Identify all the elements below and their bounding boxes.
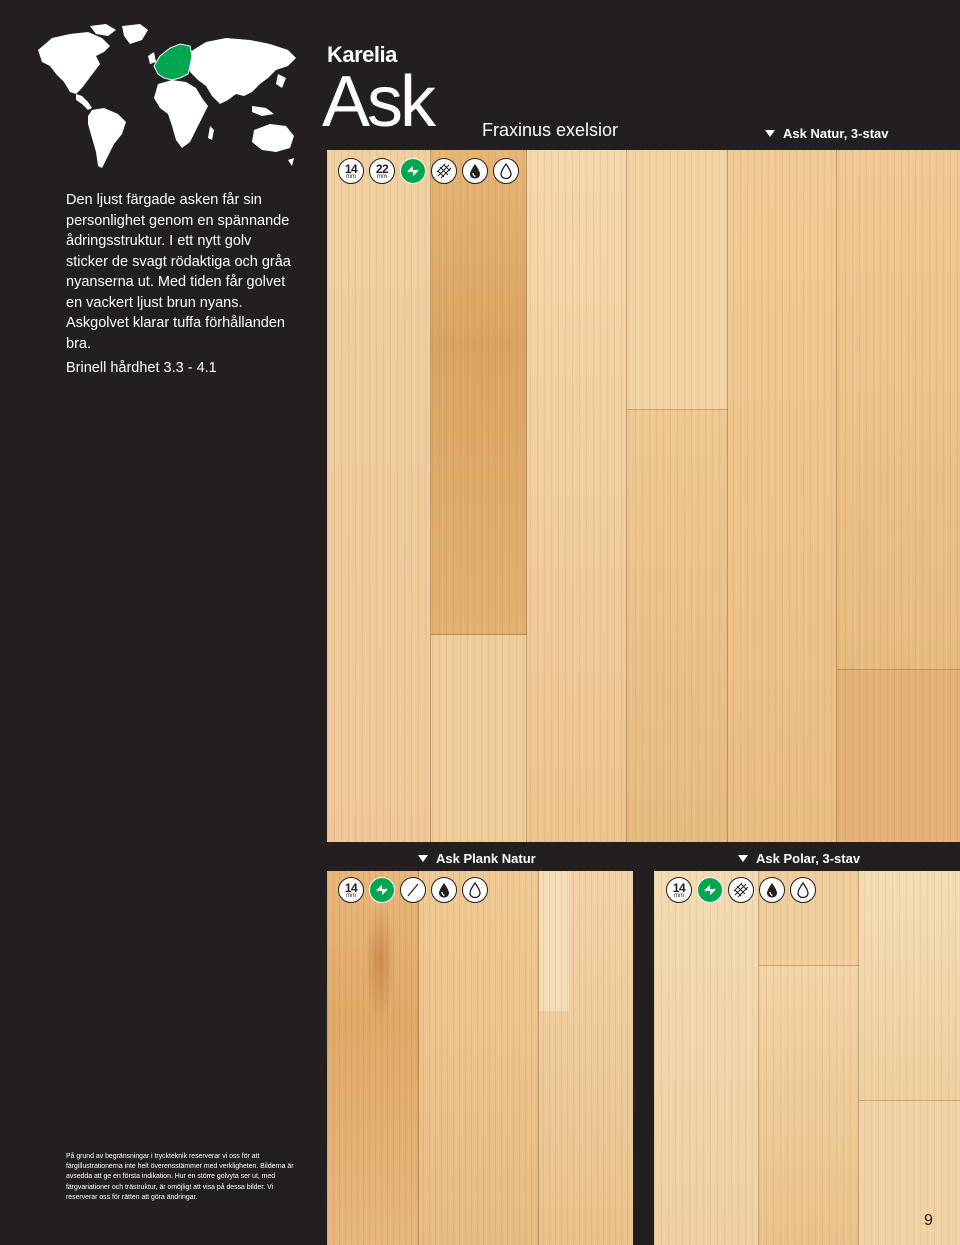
floating-install-icon — [697, 877, 723, 903]
caption-ask-plank-natur: Ask Plank Natur — [418, 851, 536, 866]
parquet-pattern-icon — [728, 877, 754, 903]
europe-highlight-shape — [153, 43, 193, 81]
asia-shape — [188, 38, 296, 104]
plank-pattern-icon — [400, 877, 426, 903]
oil-drop-icon — [462, 158, 488, 184]
page-number: 9 — [924, 1212, 933, 1229]
triangle-down-icon — [738, 855, 748, 862]
africa-shape — [154, 80, 208, 148]
oil-drop-icon — [431, 877, 457, 903]
intro-paragraph: Den ljust färgade asken får sin personli… — [66, 192, 291, 352]
caption-text: Ask Polar, 3-stav — [756, 851, 861, 866]
south-america-shape — [88, 108, 126, 168]
wood-sample-ask-natur — [327, 150, 960, 842]
caption-ask-natur: Ask Natur, 3-stav — [765, 126, 889, 141]
triangle-down-icon — [765, 130, 775, 137]
australia-shape — [252, 124, 294, 152]
thickness-badge: 14 mm — [338, 158, 364, 184]
caption-text: Ask Natur, 3-stav — [783, 126, 889, 141]
thickness-badge: 14 mm — [666, 877, 692, 903]
wood-sample-ask-polar — [654, 871, 960, 1245]
species-title: Ask — [322, 62, 436, 142]
wood-sample-ask-plank-natur — [327, 871, 633, 1245]
latin-name: Fraxinus exelsior — [482, 120, 619, 140]
badge-row-ask-plank-natur: 14 mm — [338, 877, 488, 903]
parquet-pattern-icon — [431, 158, 457, 184]
lacquer-drop-icon — [493, 158, 519, 184]
caption-ask-polar: Ask Polar, 3-stav — [738, 851, 860, 866]
floating-install-icon — [400, 158, 426, 184]
lacquer-drop-icon — [462, 877, 488, 903]
disclaimer-text: På grund av begränsningar i tryckteknik … — [66, 1153, 294, 1201]
oil-drop-icon — [759, 877, 785, 903]
north-america-shape — [38, 32, 110, 94]
thickness-badge: 14 mm — [338, 877, 364, 903]
badge-row-ask-natur: 14 mm 22 mm — [338, 158, 519, 184]
triangle-down-icon — [418, 855, 428, 862]
thickness-badge: 22 mm — [369, 158, 395, 184]
lacquer-drop-icon — [790, 877, 816, 903]
world-map — [38, 24, 296, 168]
brinell-hardness: Brinell hårdhet 3.3 - 4.1 — [66, 360, 217, 376]
floating-install-icon — [369, 877, 395, 903]
caption-text: Ask Plank Natur — [436, 851, 536, 866]
badge-row-ask-polar: 14 mm — [666, 877, 816, 903]
